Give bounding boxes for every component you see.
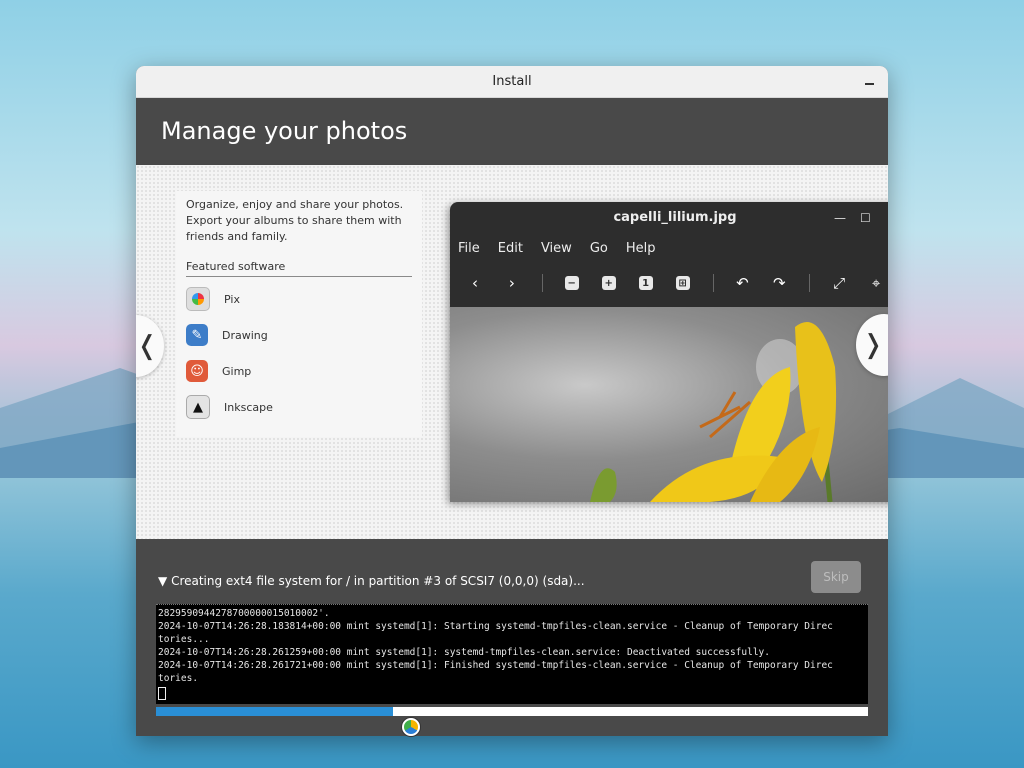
toolbar-separator xyxy=(541,274,543,292)
viewer-titlebar: capelli_lilium.jpg — ☐ xyxy=(450,202,888,234)
toolbar-separator xyxy=(809,274,811,292)
expander-triangle-icon: ▼ xyxy=(158,574,168,588)
featured-software-label: Featured software xyxy=(186,259,412,277)
terminal-line: 2024-10-07T14:26:28.261721+00:00 mint sy… xyxy=(158,660,833,671)
terminal-line: 2829590944278700000015010002'. xyxy=(158,608,330,619)
viewer-maximize-icon: ☐ xyxy=(860,211,871,225)
rotate-left-icon: ↶ xyxy=(736,274,749,292)
slideshow-icon: ⌖ xyxy=(871,274,881,292)
viewer-toolbar: ‹ › − + 1 ⊞ ↶ ↷ ⤢ ⌖ xyxy=(450,262,888,304)
progress-bar-fill xyxy=(156,707,394,716)
page-title: Manage your photos xyxy=(161,117,408,145)
installer-window: Install Manage your photos Organize, enj… xyxy=(136,66,888,736)
terminal-line: tories. xyxy=(158,673,199,684)
rotate-right-icon: ↷ xyxy=(773,274,786,292)
image-viewer-screenshot: capelli_lilium.jpg — ☐ File Edit View Go… xyxy=(450,202,888,502)
progress-bar xyxy=(156,707,868,716)
gimp-icon: ☺ xyxy=(186,360,208,382)
app-item-gimp: ☺ Gimp xyxy=(186,353,412,389)
drawing-icon: ✎ xyxy=(186,324,208,346)
viewer-menu-file: File xyxy=(458,240,480,256)
titlebar: Install xyxy=(136,66,888,98)
viewer-minimize-icon: — xyxy=(834,211,846,225)
lily-photo xyxy=(450,307,888,502)
window-title: Install xyxy=(492,74,532,89)
progress-status[interactable]: ▼ Creating ext4 file system for / in par… xyxy=(158,574,585,588)
previous-slide-button[interactable]: ❬ xyxy=(136,315,164,377)
terminal-cursor xyxy=(158,687,166,700)
zoom-normal-icon: 1 xyxy=(638,276,653,290)
fullscreen-icon: ⤢ xyxy=(833,274,846,292)
app-name: Gimp xyxy=(222,364,252,378)
viewer-menu-edit: Edit xyxy=(497,240,523,256)
back-icon: ‹ xyxy=(471,274,478,292)
minimize-icon[interactable] xyxy=(862,66,878,97)
description-card: Organize, enjoy and share your photos. E… xyxy=(176,191,422,437)
page-header: Manage your photos xyxy=(136,98,888,165)
pix-icon xyxy=(186,287,210,311)
viewer-title: capelli_lilium.jpg xyxy=(613,210,737,225)
progress-status-text: Creating ext4 file system for / in parti… xyxy=(171,574,585,588)
slide-description: Organize, enjoy and share your photos. E… xyxy=(186,198,404,243)
app-item-pix: Pix xyxy=(186,281,412,317)
viewer-menu-go: Go xyxy=(589,240,608,256)
app-name: Inkscape xyxy=(224,400,273,414)
mouse-cursor-icon xyxy=(402,718,420,736)
progress-panel: ▼ Creating ext4 file system for / in par… xyxy=(136,539,888,736)
skip-button[interactable]: Skip xyxy=(811,561,861,593)
zoom-out-icon: − xyxy=(564,276,579,290)
inkscape-icon: ▲ xyxy=(186,395,210,419)
zoom-in-icon: + xyxy=(601,276,616,290)
terminal-line: 2024-10-07T14:26:28.183814+00:00 mint sy… xyxy=(158,621,833,632)
app-name: Drawing xyxy=(222,328,268,342)
terminal-log: 2829590944278700000015010002'. 2024-10-0… xyxy=(156,604,868,704)
featured-apps-list: Pix ✎ Drawing ☺ Gimp ▲ Inkscape xyxy=(186,281,412,425)
zoom-fit-icon: ⊞ xyxy=(675,276,690,290)
app-item-inkscape: ▲ Inkscape xyxy=(186,389,412,425)
app-item-drawing: ✎ Drawing xyxy=(186,317,412,353)
lily-illustration xyxy=(590,322,837,502)
terminal-line: tories... xyxy=(158,634,210,645)
viewer-menu-help: Help xyxy=(625,240,656,256)
terminal-line: 2024-10-07T14:26:28.261259+00:00 mint sy… xyxy=(158,647,770,658)
slideshow: Organize, enjoy and share your photos. E… xyxy=(136,165,888,539)
viewer-menubar: File Edit View Go Help xyxy=(450,234,888,262)
toolbar-separator xyxy=(712,274,714,292)
viewer-menu-view: View xyxy=(540,240,572,256)
forward-icon: › xyxy=(508,274,515,292)
app-name: Pix xyxy=(224,292,240,306)
